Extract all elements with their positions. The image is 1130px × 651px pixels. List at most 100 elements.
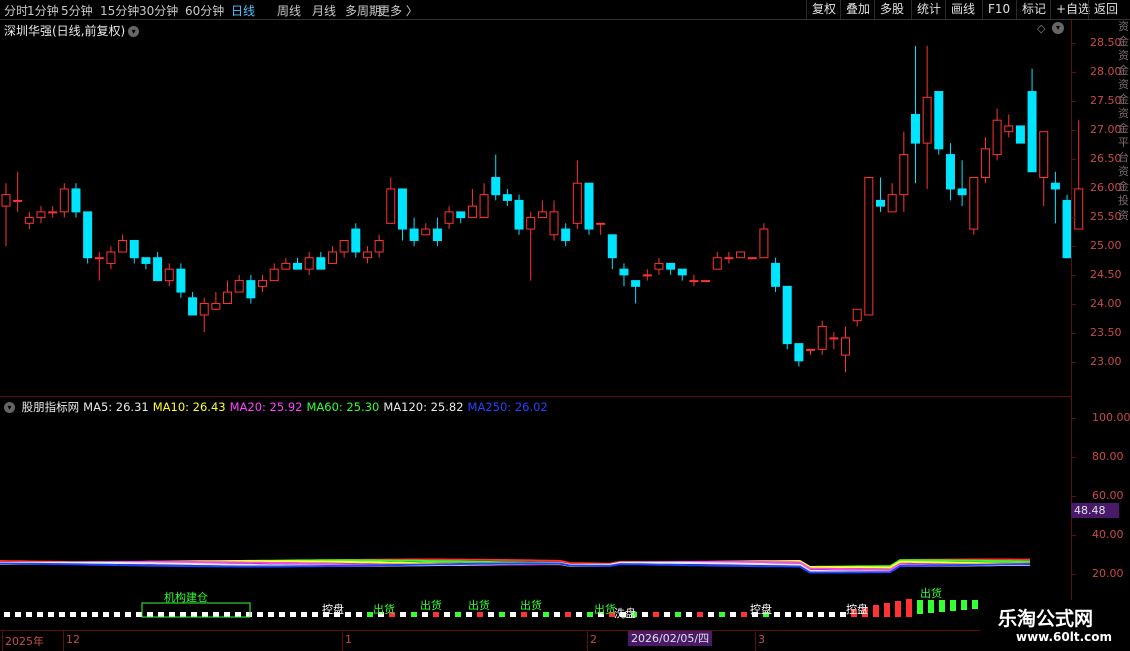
signal-bar: [543, 612, 549, 617]
date-label: 3: [758, 633, 765, 646]
toolbar-button-3[interactable]: 统计: [911, 0, 946, 19]
signal-bar: [125, 612, 131, 617]
candle-body: [724, 257, 734, 260]
signal-bar: [422, 612, 428, 617]
period-tab-3[interactable]: 15分钟: [100, 2, 139, 19]
period-tab-10[interactable]: 更多 〉: [378, 2, 418, 19]
date-tick: [587, 631, 588, 651]
signal-bar: [939, 600, 945, 612]
right-strip-char: 资: [1118, 107, 1129, 120]
period-tab-8[interactable]: 月线: [312, 2, 336, 19]
toolbar-button-4[interactable]: 画线: [945, 0, 980, 19]
date-axis: 2025年 12 1 2 3: [0, 630, 1071, 651]
signal-bar: [873, 605, 879, 617]
signal-bar: [741, 612, 747, 617]
signal-bar: [48, 612, 54, 617]
watermark-url: www.60lt.com: [1016, 630, 1113, 644]
toolbar-button-2[interactable]: 多股: [874, 0, 909, 19]
candle-body: [409, 228, 419, 242]
signal-bar: [818, 612, 824, 617]
signal-bar: [829, 612, 835, 617]
price-tick-mark: [1071, 43, 1076, 44]
right-strip-char: 金: [1118, 121, 1129, 135]
chevron-down-icon[interactable]: ▾: [4, 402, 15, 413]
chevron-down-icon[interactable]: ▾: [1052, 22, 1064, 34]
candle-body: [188, 297, 198, 316]
signal-bar: [785, 612, 791, 617]
candle-body: [94, 257, 104, 260]
signal-bar: [664, 612, 670, 617]
signal-bar: [642, 612, 648, 617]
date-tick: [342, 631, 343, 651]
period-tab-6[interactable]: 日线: [231, 2, 255, 19]
candle-body: [619, 268, 629, 276]
legend-item-6: MA250: 26.02: [467, 400, 548, 414]
candle-body: [246, 280, 256, 299]
signal-bar: [961, 600, 967, 610]
toolbar-button-8[interactable]: 返回: [1088, 0, 1123, 19]
candle-body: [864, 176, 874, 316]
period-toolbar: 分时 1分钟 5分钟 15分钟 30分钟 60分钟 日线 周线 月线 多周期 更多 〉 复权 叠加 多股统…: [0, 0, 1130, 20]
signal-bar: [928, 600, 934, 613]
signal-bar: [15, 612, 21, 617]
period-tab-4[interactable]: 30分钟: [139, 2, 178, 19]
candle-body: [234, 280, 244, 293]
sub-tick-label: 80.00: [1092, 450, 1124, 463]
right-side-info-strip[interactable]: 资金资金资金资金平台资金投资: [1118, 20, 1130, 400]
candle-body: [642, 274, 652, 277]
period-tab-1[interactable]: 1分钟: [27, 2, 59, 19]
period-tab-7[interactable]: 周线: [277, 2, 301, 19]
signal-label: 控盘: [322, 602, 344, 616]
period-tab-2[interactable]: 5分钟: [61, 2, 93, 19]
toolbar-button-1[interactable]: 叠加: [840, 0, 875, 19]
signal-bar: [312, 612, 318, 617]
period-tab-0[interactable]: 分时: [4, 2, 28, 19]
toolbar-button-0[interactable]: 复权: [806, 0, 841, 19]
signal-label: 出货: [420, 598, 442, 612]
candle-body: [36, 211, 46, 219]
diamond-icon[interactable]: ◇: [1037, 22, 1045, 35]
toolbar-button-5[interactable]: F10: [982, 0, 1015, 19]
signal-bar: [191, 612, 197, 617]
signal-label: 洗盘: [614, 606, 636, 620]
signal-bar: [257, 612, 263, 617]
right-strip-char: 资: [1118, 20, 1129, 33]
price-tick-mark: [1071, 130, 1076, 131]
price-tick-mark: [1071, 159, 1076, 160]
candle-body: [316, 257, 326, 270]
candle-body: [24, 217, 34, 224]
chevron-down-icon[interactable]: ▾: [128, 26, 140, 37]
candle-body: [327, 251, 337, 264]
candle-body: [794, 343, 804, 362]
signal-bar: [774, 612, 780, 617]
signal-bar: [26, 612, 32, 617]
chart-canvas[interactable]: 机构建仓控盘 出货 出货 出货 出货 出货洗盘 控盘 控盘出货: [0, 0, 1130, 650]
signal-bar: [81, 612, 87, 617]
candle-body: [852, 308, 862, 322]
candle-body: [934, 91, 944, 150]
candle-body: [561, 228, 571, 242]
panel-separator: [0, 396, 1071, 397]
signal-label: 出货: [373, 602, 395, 616]
price-tick-label: 26.50: [1090, 152, 1122, 165]
legend-item-1: MA5: 26.31: [83, 400, 149, 414]
candle-body: [456, 211, 466, 219]
price-tick-mark: [1071, 304, 1076, 305]
candle-body: [945, 154, 955, 190]
legend-item-2: MA10: 26.43: [152, 400, 226, 414]
price-tick-mark: [1071, 101, 1076, 102]
price-tick-label: 28.50: [1090, 36, 1122, 49]
candle-body: [118, 240, 128, 253]
period-tab-9[interactable]: 多周期: [345, 2, 381, 19]
signal-label: 出货: [520, 598, 542, 612]
signal-bar: [235, 612, 241, 617]
right-strip-char: 资: [1118, 165, 1129, 178]
toolbar-button-6[interactable]: 标记: [1016, 0, 1051, 19]
period-tab-5[interactable]: 60分钟: [185, 2, 224, 19]
signal-bars-layer: 机构建仓控盘 出货 出货 出货 出货 出货洗盘 控盘 控盘出货: [4, 586, 1044, 620]
price-tick-label: 25.50: [1090, 210, 1122, 223]
sub-indicator-lines-layer: [0, 558, 1031, 574]
signal-bar: [411, 612, 417, 617]
signal-label: 机构建仓: [164, 590, 208, 604]
price-tick-mark: [1071, 333, 1076, 334]
